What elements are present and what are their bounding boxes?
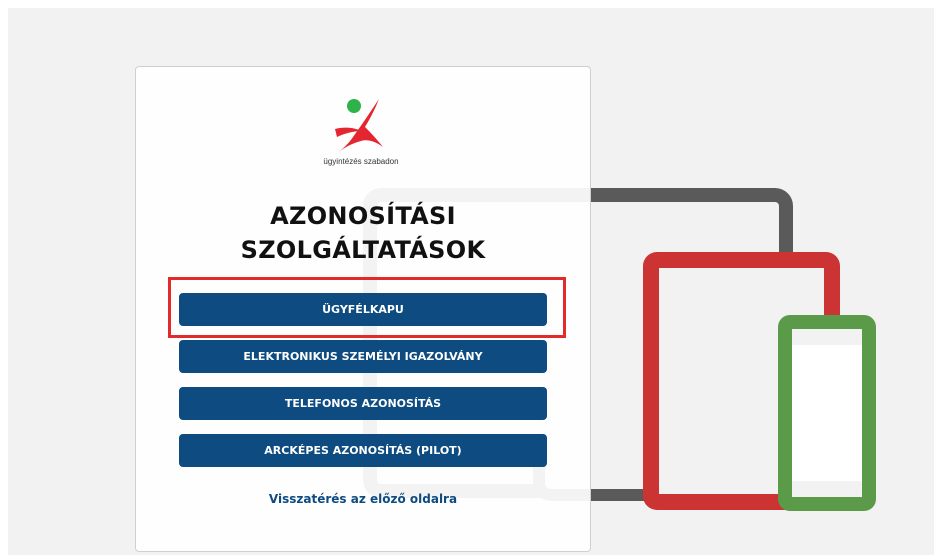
logo: ügyintézés szabadon bbox=[311, 97, 411, 177]
eszemelyi-button[interactable]: ELEKTRONIKUS SZEMÉLYI IGAZOLVÁNY bbox=[179, 340, 547, 373]
login-card: ügyintézés szabadon AZONOSÍTÁSI SZOLGÁLT… bbox=[135, 66, 591, 552]
logo-icon bbox=[335, 99, 383, 153]
phone-auth-button[interactable]: TELEFONOS AZONOSÍTÁS bbox=[179, 387, 547, 420]
page-background: ügyintézés szabadon AZONOSÍTÁSI SZOLGÁLT… bbox=[8, 8, 934, 555]
face-auth-button[interactable]: ARCKÉPES AZONOSÍTÁS (PILOT) bbox=[179, 434, 547, 467]
phone-illustration bbox=[778, 315, 876, 511]
phone-screen bbox=[792, 345, 862, 481]
ugyfelkapu-button[interactable]: ÜGYFÉLKAPU bbox=[179, 293, 547, 326]
page-title-line2: SZOLGÁLTATÁSOK bbox=[240, 236, 486, 264]
page-title-line1: AZONOSÍTÁSI bbox=[270, 202, 456, 230]
logo-caption: ügyintézés szabadon bbox=[323, 157, 399, 166]
page-title: AZONOSÍTÁSI SZOLGÁLTATÁSOK bbox=[136, 199, 590, 267]
back-link[interactable]: Visszatérés az előző oldalra bbox=[136, 492, 590, 506]
